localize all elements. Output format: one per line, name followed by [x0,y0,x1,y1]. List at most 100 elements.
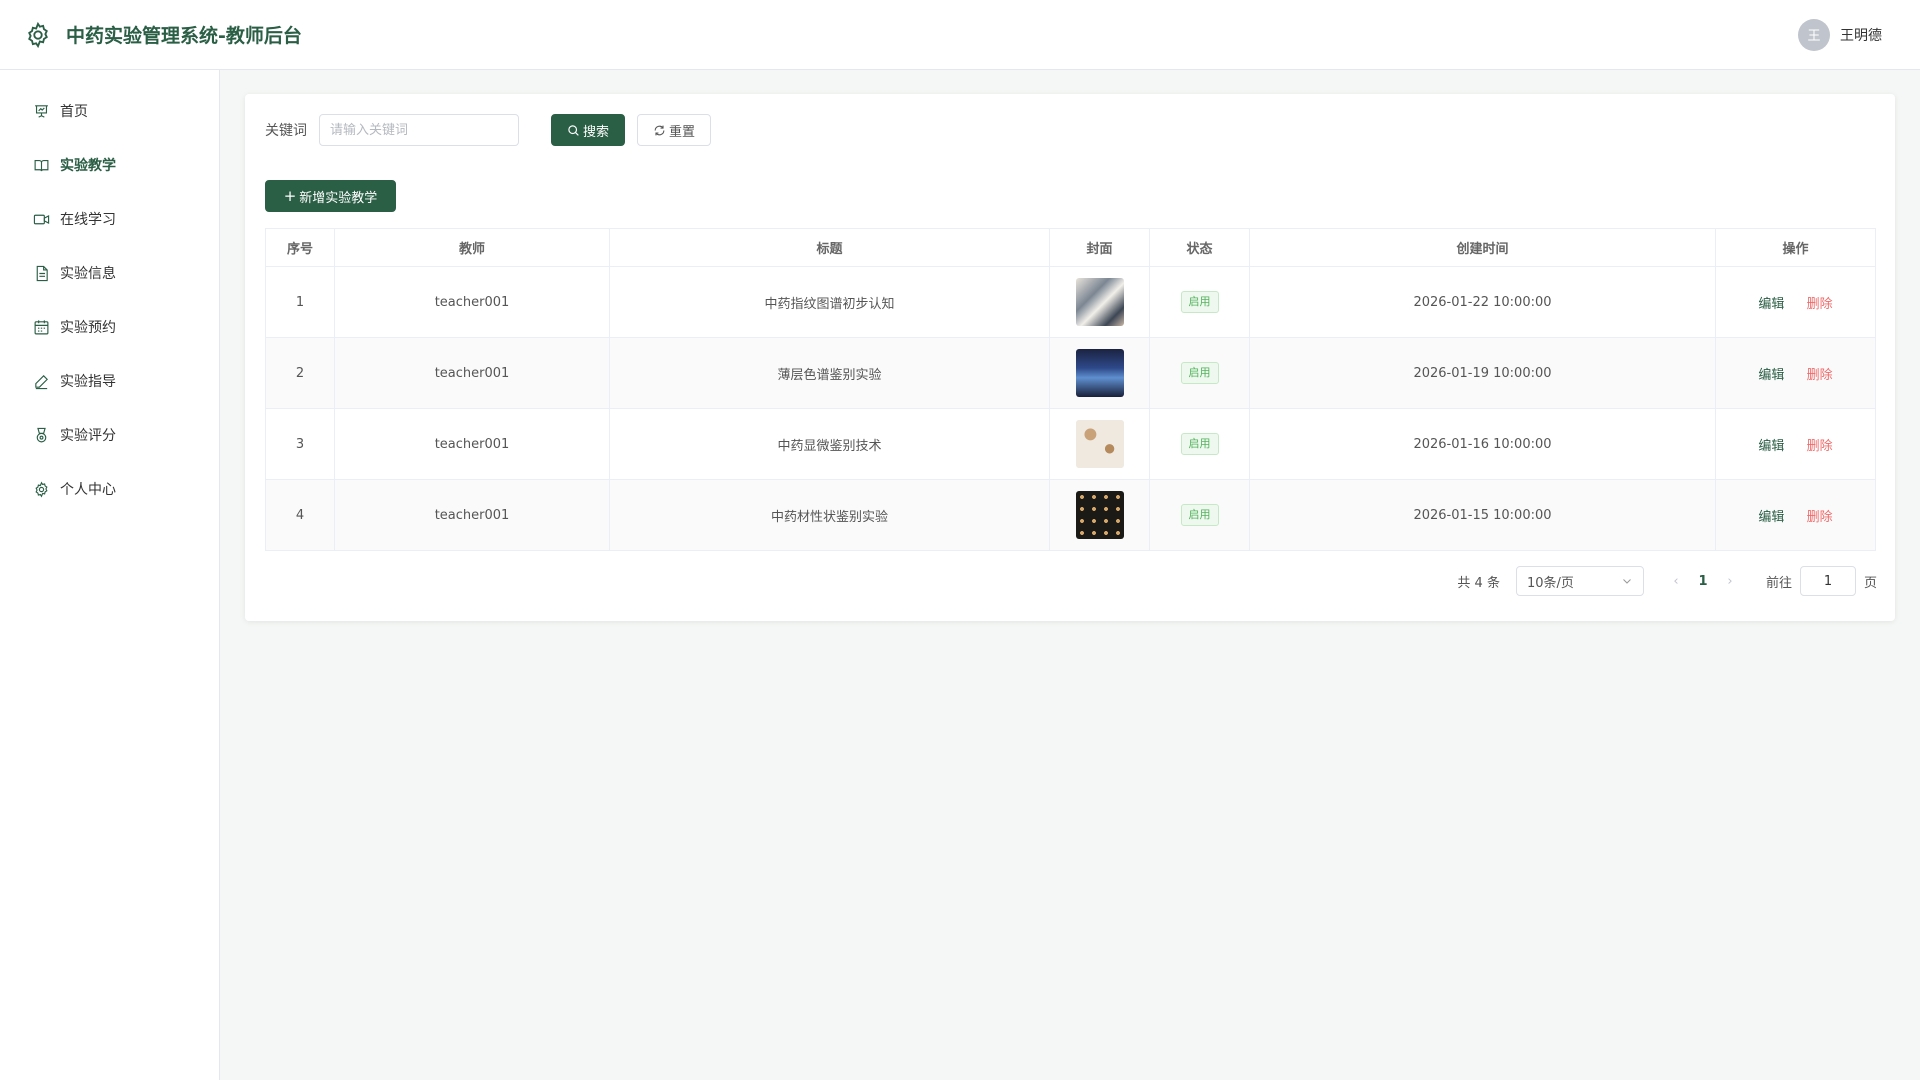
search-button[interactable]: 搜索 [551,114,625,146]
cell-created: 2026-01-22 10:00:00 [1249,266,1716,338]
sidebar-item-experiment-info[interactable]: 实验信息 [0,246,219,300]
column-header[interactable]: 封面 [1049,228,1150,267]
cell-index: 2 [265,337,335,409]
prev-page-button[interactable]: ‹ [1664,574,1688,589]
sidebar-item-label: 首页 [60,104,88,120]
sidebar-item-label: 实验指导 [60,374,116,390]
pagination: 共 4 条 10条/页 ‹ 1 › 前往 页 [1457,566,1877,596]
cell-status: 启用 [1149,479,1250,551]
cell-cover [1049,408,1150,480]
cell-status: 启用 [1149,408,1250,480]
goto-page-input[interactable] [1799,566,1856,596]
status-badge: 启用 [1180,362,1219,384]
cover-thumbnail[interactable] [1075,278,1124,326]
cell-cover [1049,266,1150,338]
avatar[interactable]: 王 [1798,18,1830,51]
edit-button[interactable]: 编辑 [1758,439,1784,454]
page-size-select[interactable]: 10条/页 [1515,566,1644,596]
column-header[interactable]: 教师 [334,228,610,267]
content-card: 关键词 搜索 重置 + 新增实验教学 序号 教师 标题 封面 状态 创建时间 [245,94,1895,621]
presentation-icon [35,104,48,118]
cell-teacher: teacher001 [334,337,610,409]
video-icon [33,214,50,224]
delete-button[interactable]: 删除 [1807,297,1833,312]
sidebar-item-scoring[interactable]: 实验评分 [0,408,219,462]
pen-icon [35,374,48,389]
document-icon [36,265,48,281]
page-number-current[interactable]: 1 [1688,574,1718,589]
app-title: 中药实验管理系统-教师后台 [66,25,302,47]
brand: 中药实验管理系统-教师后台 [24,21,302,49]
cover-thumbnail[interactable] [1075,491,1124,539]
table-row: 3 teacher001 中药显微鉴别技术 启用 2026-01-16 10:0… [265,408,1876,480]
cell-cover [1049,337,1150,409]
status-badge: 启用 [1180,291,1219,313]
user-menu[interactable]: 王 王明德 [1798,18,1882,51]
cell-status: 启用 [1149,266,1250,338]
cell-cover [1049,479,1150,551]
page-unit-label: 页 [1863,575,1877,591]
refresh-icon [654,125,665,135]
cell-index: 4 [265,479,335,551]
status-badge: 启用 [1180,504,1219,526]
cell-teacher: teacher001 [334,266,610,338]
cell-title: 中药指纹图谱初步认知 [609,266,1050,338]
page-size-value: 10条/页 [1526,575,1574,591]
column-header[interactable]: 序号 [265,228,335,267]
table-header-row: 序号 教师 标题 封面 状态 创建时间 操作 [265,228,1876,267]
sidebar-item-label: 个人中心 [60,482,116,498]
cell-index: 3 [265,408,335,480]
user-name[interactable]: 王明德 [1840,25,1882,45]
cell-teacher: teacher001 [334,479,610,551]
gear-icon [28,21,48,48]
reset-button[interactable]: 重置 [637,114,711,146]
cell-index: 1 [265,266,335,338]
reset-button-label: 重置 [668,124,695,140]
keyword-input[interactable] [319,114,519,146]
search-icon [568,124,579,136]
cover-thumbnail[interactable] [1075,349,1124,397]
edit-button[interactable]: 编辑 [1758,510,1784,525]
search-bar: 关键词 搜索 重置 [265,114,711,146]
cell-actions: 编辑 删除 [1715,479,1876,551]
cell-status: 启用 [1149,337,1250,409]
edit-button[interactable]: 编辑 [1758,297,1784,312]
top-header: 中药实验管理系统-教师后台 王 王明德 [0,0,1920,70]
cell-created: 2026-01-19 10:00:00 [1249,337,1716,409]
sidebar-item-label: 实验预约 [60,320,116,336]
total-count: 共 4 条 [1457,575,1500,591]
delete-button[interactable]: 删除 [1807,510,1833,525]
column-header[interactable]: 状态 [1149,228,1250,267]
table-row: 2 teacher001 薄层色谱鉴别实验 启用 2026-01-19 10:0… [265,337,1876,409]
cell-teacher: teacher001 [334,408,610,480]
cell-actions: 编辑 删除 [1715,337,1876,409]
edit-button[interactable]: 编辑 [1758,368,1784,383]
sidebar-item-label: 实验信息 [60,266,116,282]
sidebar-item-online-learning[interactable]: 在线学习 [0,192,219,246]
add-experiment-button[interactable]: + 新增实验教学 [265,180,396,212]
book-icon [34,159,49,171]
sidebar-item-profile[interactable]: 个人中心 [0,462,219,516]
chevron-down-icon [1623,579,1631,584]
sidebar-item-booking[interactable]: 实验预约 [0,300,219,354]
status-badge: 启用 [1180,433,1219,455]
next-page-button[interactable]: › [1718,574,1742,589]
sidebar-item-label: 实验教学 [60,158,116,174]
column-header[interactable]: 操作 [1715,228,1876,267]
sidebar-item-teaching[interactable]: 实验教学 [0,138,219,192]
sidebar-item-label: 在线学习 [60,212,116,228]
cell-actions: 编辑 删除 [1715,266,1876,338]
table-row: 4 teacher001 中药材性状鉴别实验 启用 2026-01-15 10:… [265,479,1876,551]
column-header[interactable]: 创建时间 [1249,228,1716,267]
cover-thumbnail[interactable] [1075,420,1124,468]
delete-button[interactable]: 删除 [1807,368,1833,383]
goto-label: 前往 [1765,575,1792,591]
sidebar: 首页 实验教学 在线学习 实验信息 实验预约 实验指导 实验评分 个人中心 [0,70,220,1080]
sidebar-item-home[interactable]: 首页 [0,84,219,138]
search-button-label: 搜索 [582,124,609,140]
column-header[interactable]: 标题 [609,228,1050,267]
calendar-icon [34,319,49,334]
table-row: 1 teacher001 中药指纹图谱初步认知 启用 2026-01-22 10… [265,266,1876,338]
delete-button[interactable]: 删除 [1807,439,1833,454]
sidebar-item-guidance[interactable]: 实验指导 [0,354,219,408]
